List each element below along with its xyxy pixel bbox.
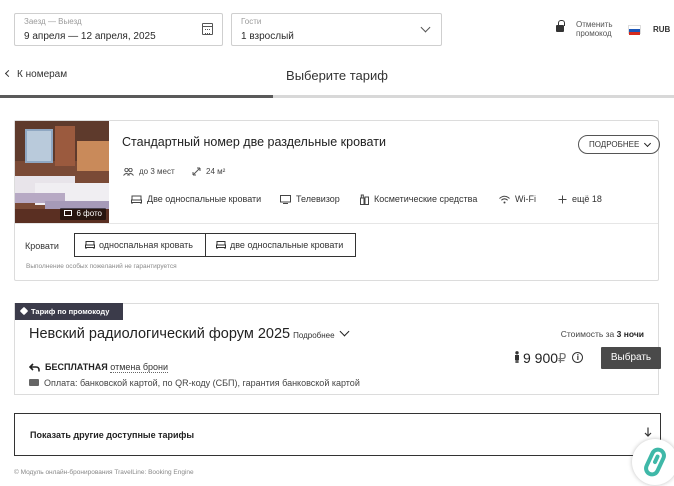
guests-label: Гости [241, 17, 262, 26]
undo-icon [29, 363, 40, 372]
wifi-icon [499, 195, 510, 204]
tariff-name: Невский радиологический форум 2025 [29, 326, 291, 342]
other-tariffs-label: Показать другие доступные тарифы [30, 430, 195, 440]
currency-sign: ₽ [558, 351, 567, 366]
bed-option-two-single[interactable]: две односпальные кровати [205, 233, 356, 257]
room-area: 24 м² [192, 167, 225, 176]
credit-card-icon [29, 379, 39, 387]
dates-field[interactable]: Заезд — Выезд 9 апреля — 12 апреля, 2025 [14, 13, 223, 46]
person-icon [515, 351, 519, 364]
room-details-label: ПОДРОБНЕЕ [589, 140, 640, 149]
cancel-promo-label: Отменить промокод [576, 20, 613, 38]
beds-label: Кровати [25, 241, 59, 251]
cancel-free-label: БЕСПЛАТНАЯ [45, 362, 108, 372]
tariff-title: Невский радиологический форум 2025 Подроб… [29, 326, 350, 342]
divider [15, 223, 658, 224]
travelline-widget-button[interactable] [632, 439, 674, 485]
bed-icon [85, 241, 95, 249]
calendar-icon[interactable] [202, 23, 213, 35]
tv-icon [280, 195, 291, 205]
promo-tariff-tag: Тариф по промокоду [15, 303, 123, 320]
room-capacity: до 3 мест [123, 167, 175, 176]
select-tariff-button[interactable]: Выбрать [601, 347, 661, 369]
image-icon [64, 210, 73, 216]
tag-icon [19, 306, 29, 316]
beds-note: Выполнение особых пожеланий не гарантиру… [26, 263, 177, 270]
amenity-tv: Телевизор [280, 194, 340, 205]
cost-label-prefix: Стоимость за [560, 329, 617, 339]
bed-option-label: односпальная кровать [99, 240, 193, 250]
tariff-details-label: Подробнее [293, 331, 335, 340]
guests-field[interactable]: Гости 1 взрослый [231, 13, 442, 46]
dates-label: Заезд — Выезд [24, 17, 82, 26]
cancellation-info: БЕСПЛАТНАЯ отмена брони [29, 362, 169, 373]
unlock-icon [556, 20, 565, 32]
cancellation-policy-link[interactable]: отмена брони [110, 362, 169, 373]
russian-flag-icon[interactable] [628, 25, 641, 35]
amenity-label: ещё 18 [572, 194, 602, 204]
arrow-down-icon [644, 427, 652, 437]
chevron-down-icon[interactable] [420, 22, 431, 33]
bed-option-label: две односпальные кровати [230, 240, 344, 250]
info-icon[interactable]: i [572, 351, 584, 363]
people-icon [123, 167, 134, 176]
show-other-tariffs-button[interactable]: Показать другие доступные тарифы [14, 413, 661, 456]
more-amenities-link[interactable]: ещё 18 [558, 194, 602, 204]
dates-value: 9 апреля — 12 апреля, 2025 [24, 31, 156, 42]
capacity-label: до 3 мест [139, 167, 175, 176]
room-card: 6 фото Стандартный номер две раздельные … [14, 120, 660, 281]
guests-value: 1 взрослый [241, 31, 294, 42]
bed-option-single[interactable]: односпальная кровать [74, 233, 206, 257]
amenity-beds: Две односпальные кровати [131, 194, 262, 205]
travelline-logo-icon [644, 447, 666, 477]
amenity-cosmetics: Косметические средства [360, 194, 478, 206]
cost-label: Стоимость за 3 ночи [561, 329, 644, 339]
tariff-details-link[interactable]: Подробнее [293, 326, 350, 340]
currency-selector[interactable]: RUB [653, 25, 670, 34]
amenity-label: Wi-Fi [515, 194, 536, 204]
amenity-label: Косметические средства [374, 194, 478, 204]
bed-icon [131, 195, 142, 205]
plus-icon [558, 195, 567, 204]
bed-icon [216, 241, 226, 249]
page-title: Выберите тариф [286, 68, 388, 83]
tariff-price: 9 900₽ i [514, 350, 584, 367]
room-details-button[interactable]: ПОДРОБНЕЕ [578, 135, 660, 154]
footer-copyright: © Модуль онлайн-бронирования TravelLine:… [14, 469, 194, 476]
cosmetics-icon [360, 194, 369, 206]
area-icon [192, 167, 201, 176]
area-label: 24 м² [206, 167, 226, 176]
payment-text: Оплата: банковской картой, по QR-коду (С… [44, 378, 360, 388]
promo-tag-label: Тариф по промокоду [31, 307, 110, 316]
progress-bar [0, 95, 674, 98]
room-photo[interactable]: 6 фото [15, 121, 109, 223]
amenity-wifi: Wi-Fi [499, 194, 536, 204]
amenity-label: Телевизор [296, 194, 340, 204]
tariff-card: Тариф по промокоду Невский радиологическ… [14, 303, 661, 395]
chevron-down-icon [339, 326, 350, 337]
price-value: 9 900 [523, 350, 559, 366]
payment-info: Оплата: банковской картой, по QR-коду (С… [29, 378, 360, 388]
photo-count-badge[interactable]: 6 фото [60, 208, 106, 220]
room-name: Стандартный номер две раздельные кровати [122, 135, 386, 149]
cost-label-nights: 3 ночи [616, 329, 644, 339]
chevron-down-icon [643, 139, 652, 148]
progress-fill [0, 95, 273, 98]
photo-count-label: 6 фото [76, 209, 102, 218]
amenity-label: Две односпальные кровати [147, 194, 262, 204]
